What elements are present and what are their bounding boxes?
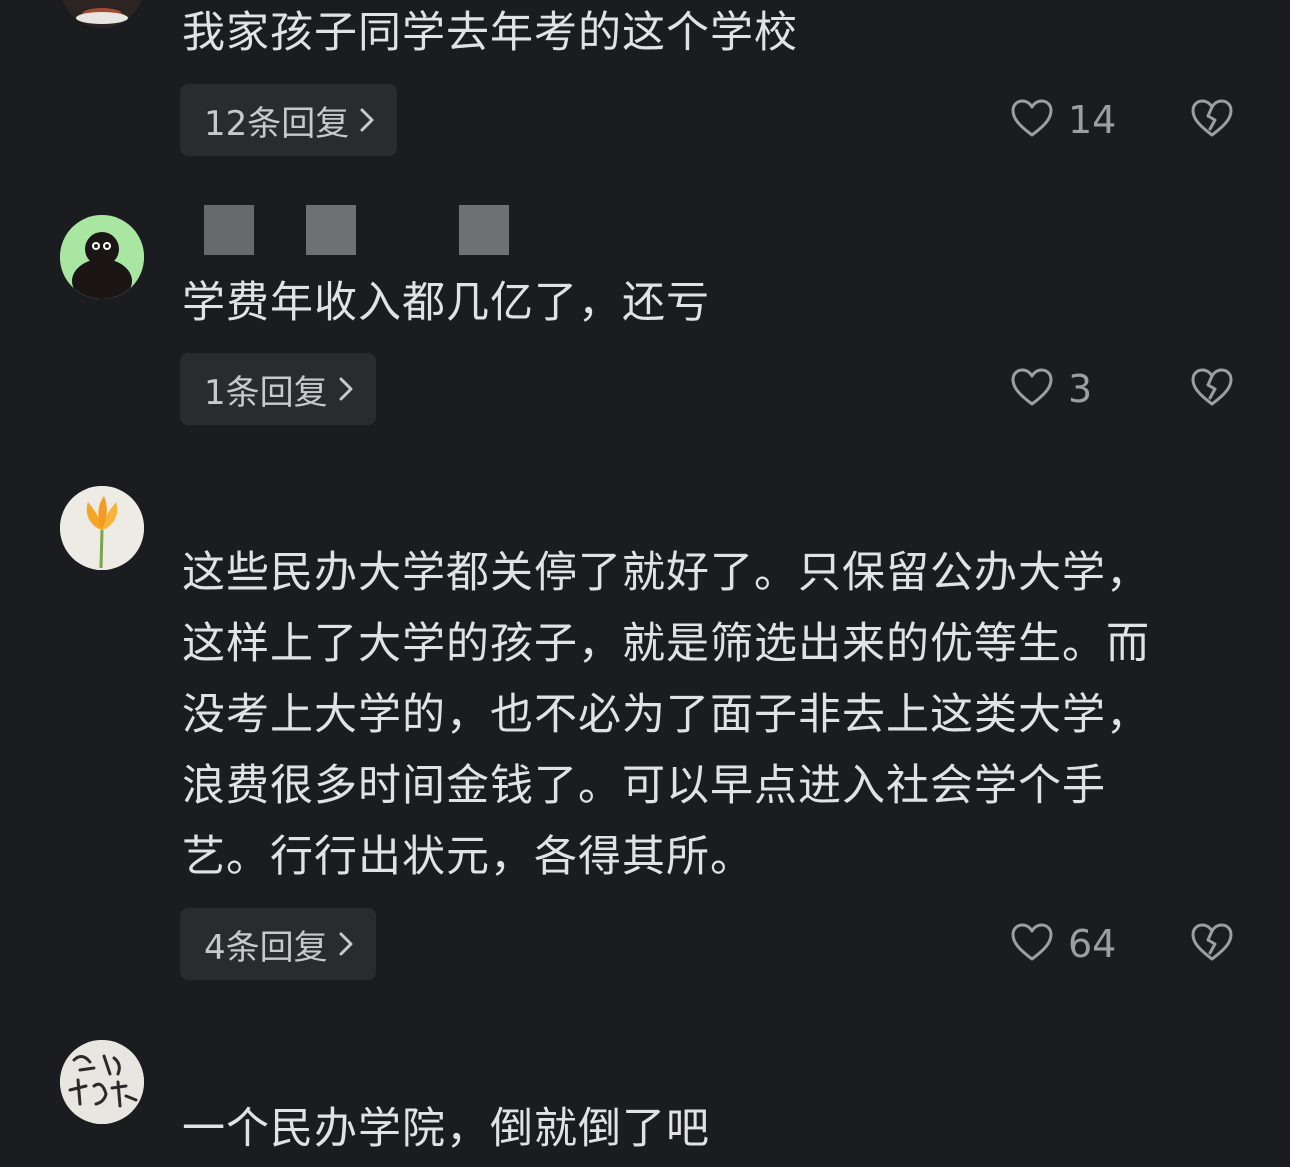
comment-text: 这些民办大学都关停了就好了。只保留公办大学， 这样上了大学的孩子，就是筛选出来的… — [182, 548, 1150, 882]
avatar[interactable] — [60, 0, 144, 28]
dislike-button[interactable] — [1188, 908, 1236, 980]
chevron-right-icon — [338, 376, 354, 402]
dislike-button[interactable] — [1188, 84, 1236, 156]
heart-outline-icon — [1010, 922, 1054, 966]
comment-text: 一个民办学院，倒就倒了吧 — [182, 1104, 710, 1154]
penguin-avatar-icon — [60, 215, 144, 299]
replies-label: 4条回复 — [204, 927, 328, 968]
like-button[interactable]: 14 — [1010, 84, 1116, 156]
like-button[interactable]: 3 — [1010, 353, 1092, 425]
calligraphy-avatar-icon — [60, 1040, 144, 1124]
avatar[interactable] — [60, 486, 144, 570]
like-count: 14 — [1068, 98, 1117, 142]
view-replies-button[interactable]: 1条回复 — [180, 353, 376, 425]
broken-heart-icon — [1190, 922, 1234, 966]
redaction-block — [459, 205, 509, 255]
chevron-right-icon — [338, 931, 354, 957]
broken-heart-icon — [1190, 98, 1234, 142]
heart-outline-icon — [1010, 98, 1054, 142]
avatar[interactable] — [60, 1040, 144, 1124]
avatar-image-icon — [62, 0, 142, 28]
dislike-button[interactable] — [1188, 353, 1236, 425]
avatar[interactable] — [60, 215, 144, 299]
replies-label: 1条回复 — [204, 372, 328, 413]
like-count: 3 — [1068, 367, 1093, 411]
replies-label: 12条回复 — [204, 103, 350, 144]
view-replies-button[interactable]: 4条回复 — [180, 908, 376, 980]
comment-text: 我家孩子同学去年考的这个学校 — [182, 8, 798, 58]
view-replies-button[interactable]: 12条回复 — [180, 84, 398, 156]
redaction-block — [204, 205, 254, 255]
redaction-block — [306, 205, 356, 255]
broken-heart-icon — [1190, 367, 1234, 411]
comment-text: 学费年收入都几亿了，还亏 — [182, 278, 710, 328]
like-count: 64 — [1068, 922, 1117, 966]
heart-outline-icon — [1010, 367, 1054, 411]
like-button[interactable]: 64 — [1010, 908, 1116, 980]
chevron-right-icon — [359, 107, 375, 133]
flower-avatar-icon — [60, 486, 144, 570]
